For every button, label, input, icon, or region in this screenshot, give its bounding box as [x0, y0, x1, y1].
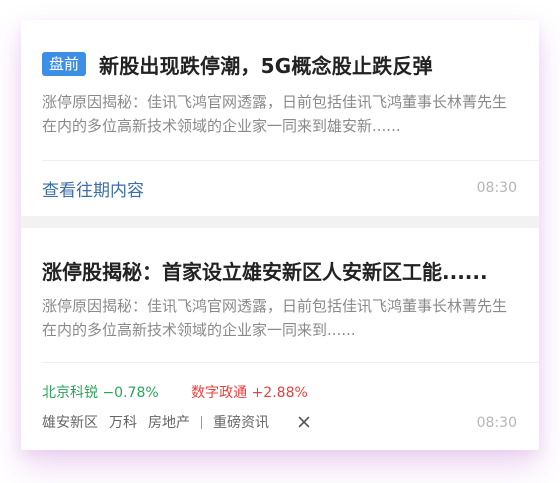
news-title[interactable]: 新股出现跌停潮，5G概念股止跌反弹 — [99, 50, 433, 79]
tag[interactable]: 房地产 — [148, 412, 190, 432]
news-summary: 涨停原因揭秘：佳讯飞鸿官网透露，日前包括佳讯飞鸿董事长林菁先生在内的多位高新技术… — [42, 297, 508, 339]
news-summary: 涨停原因揭秘：佳讯飞鸿官网透露，日前包括佳讯飞鸿董事长林菁先生在内的多位高新技术… — [42, 93, 508, 135]
related-stocks: 北京科锐 −0.78% 数字政通 +2.88% — [42, 382, 336, 402]
divider — [42, 362, 539, 363]
tag-row: 雄安新区 万科 房地产 重磅资讯 — [42, 412, 312, 432]
section-separator — [21, 216, 539, 228]
tag[interactable]: 万科 — [109, 412, 137, 432]
stock-change: +2.88% — [251, 385, 308, 401]
premarket-badge: 盘前 — [42, 52, 87, 76]
close-icon[interactable] — [296, 414, 312, 430]
news-card: 盘前 新股出现跌停潮，5G概念股止跌反弹 涨停原因揭秘：佳讯飞鸿官网透露，日前包… — [21, 20, 539, 450]
news-item-limit-up[interactable]: 涨停股揭秘：首家设立雄安新区人安新区工能...... 涨停原因揭秘：佳讯飞鸿官网… — [21, 228, 539, 450]
stock-name: 北京科锐 — [42, 385, 98, 401]
news-source: 重磅资讯 — [213, 415, 269, 431]
divider — [42, 160, 539, 161]
stock-quote[interactable]: 数字政通 +2.88% — [191, 382, 308, 402]
tag[interactable]: 雄安新区 — [42, 412, 98, 432]
stock-quote[interactable]: 北京科锐 −0.78% — [42, 382, 159, 402]
screen: 盘前 新股出现跌停潮，5G概念股止跌反弹 涨停原因揭秘：佳讯飞鸿官网透露，日前包… — [0, 0, 560, 483]
timestamp: 08:30 — [476, 180, 517, 196]
tag-separator — [201, 415, 202, 429]
news-title[interactable]: 涨停股揭秘：首家设立雄安新区人安新区工能...... — [42, 256, 522, 285]
view-past-content-link[interactable]: 查看往期内容 — [42, 176, 144, 201]
stock-change: −0.78% — [102, 385, 159, 401]
stock-name: 数字政通 — [191, 385, 248, 401]
headline-row: 盘前 新股出现跌停潮，5G概念股止跌反弹 — [42, 50, 433, 78]
timestamp: 08:30 — [476, 415, 517, 431]
news-item-premarket[interactable]: 盘前 新股出现跌停潮，5G概念股止跌反弹 涨停原因揭秘：佳讯飞鸿官网透露，日前包… — [21, 20, 539, 216]
